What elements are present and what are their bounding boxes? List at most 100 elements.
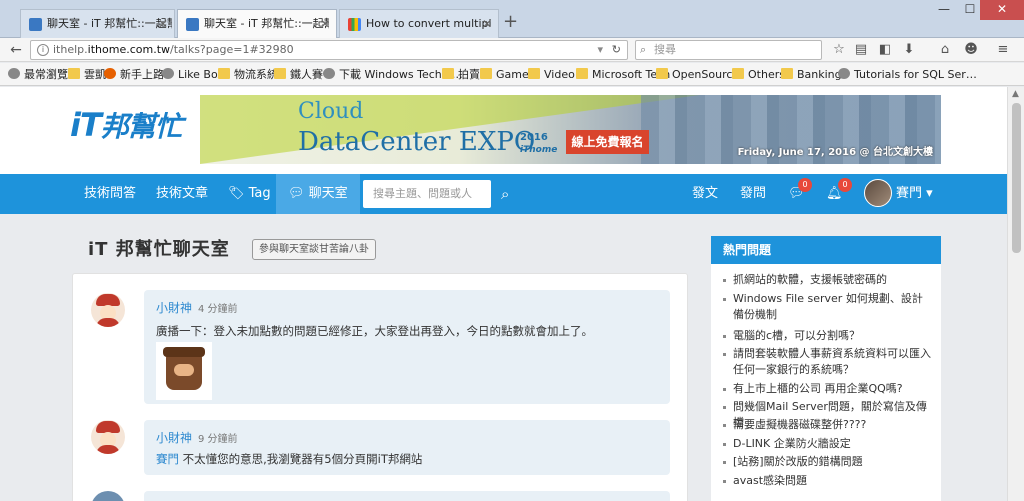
home-icon[interactable]: ⌂ (936, 41, 954, 59)
bookmark-label: Banking (797, 68, 842, 81)
nav-articles[interactable]: 技術文章 (156, 174, 208, 214)
bear-sticker-image (156, 342, 212, 400)
hot-question-link[interactable]: avast感染問題 (711, 473, 931, 489)
reload-icon[interactable]: ↻ (612, 41, 621, 59)
bookmark-item[interactable]: 物流系統 (218, 67, 278, 82)
url-domain: ithome.com.tw (87, 43, 171, 56)
hot-question-link[interactable]: 需要虛擬機器磁碟整併???? (711, 417, 931, 433)
hot-questions-panel: 熱門問題 抓網站的軟體，支援帳號密碼的 Windows File server … (711, 236, 941, 501)
page-scrollbar[interactable]: ▲ (1007, 87, 1024, 501)
bookmark-item[interactable]: Banking (781, 67, 842, 82)
tab-title: 聊天室 - iT 邦幫忙::一起幫… (47, 17, 172, 30)
bookmark-label: OpenSource (672, 68, 740, 81)
avatar[interactable] (91, 293, 125, 327)
mention-link[interactable]: 賽門 (156, 452, 179, 466)
hot-question-link[interactable]: Windows File server 如何規劃、設計備份機制 (711, 291, 931, 323)
chat-message: 小財神 4 分鐘前 廣播一下：登入未加點數的問題已經修正，大家登出再登入，今日的… (144, 290, 670, 404)
nav-chat[interactable]: 💬︎ 聊天室 (276, 174, 360, 214)
bookmark-star-icon[interactable]: ☆ (830, 41, 848, 59)
close-tab-icon[interactable]: ✕ (158, 10, 168, 38)
folder-icon (274, 68, 286, 79)
bookmark-item[interactable]: Video (528, 67, 575, 82)
bookmark-item[interactable]: 雲凱 (68, 67, 106, 82)
expo-banner[interactable]: Cloud DataCenter EXPO 2016 iThome 線上免費報名… (200, 95, 941, 164)
back-arrow-icon[interactable]: ← (6, 40, 26, 60)
page-title: iT 邦幫忙聊天室 (88, 239, 230, 260)
folder-icon (656, 68, 668, 79)
reading-list-icon[interactable]: ▤ (852, 41, 870, 59)
info-icon[interactable]: i (37, 44, 49, 56)
menu-icon[interactable]: ≡ (994, 41, 1012, 59)
avatar[interactable] (91, 420, 125, 454)
folder-icon (68, 68, 80, 79)
bookmark-item[interactable]: 拍賣 (442, 67, 480, 82)
scrollbar-thumb[interactable] (1012, 103, 1021, 253)
message-author[interactable]: 小財神 (156, 299, 192, 316)
bookmark-label: 最常瀏覽 (24, 68, 68, 81)
message-time: 4 分鐘前 (198, 304, 238, 315)
hot-question-link[interactable]: 電腦的c槽，可以分割嗎？ (711, 328, 931, 344)
url-bar[interactable]: i ithelp.ithome.com.tw/talks?page=1#3298… (30, 40, 628, 60)
new-tab-button[interactable]: + (503, 11, 518, 32)
bookmark-label: Tutorials for SQL Ser… (854, 68, 977, 81)
banner-brand: iThome (520, 145, 558, 155)
banner-year: 2016 (520, 132, 548, 143)
bookmark-item[interactable]: 最常瀏覽 (8, 67, 68, 82)
browser-tab[interactable]: 聊天室 - iT 邦幫忙::一起幫… ✕ (20, 9, 175, 38)
bookmark-item[interactable]: OpenSource (656, 67, 739, 82)
close-window-button[interactable]: ✕ (980, 0, 1024, 20)
hot-question-link[interactable]: 有上市上櫃的公司 再用企業QQ嗎? (711, 381, 931, 397)
nav-qa[interactable]: 技術問答 (84, 174, 136, 214)
banner-date: Friday, June 17, 2016 @ 台北文創大樓 (737, 147, 933, 158)
hot-question-link[interactable]: [站務]關於改版的錯構問題 (711, 454, 931, 470)
ithelp-favicon-icon (186, 18, 199, 31)
bookmark-item[interactable]: Game (480, 67, 529, 82)
caret-down-icon: ▾ (926, 186, 933, 201)
chat-message: 小財神 9 分鐘前 賽門 不太懂您的意思,我瀏覽器有5個分頁開iT邦網站 (144, 420, 670, 475)
bookmark-item[interactable]: 鐵人賽 (274, 67, 323, 82)
bookmark-label: 物流系統 (234, 68, 278, 81)
site-logo[interactable]: iT邦幫忙 (70, 105, 183, 145)
user-menu[interactable]: 賽門 ▾ (896, 174, 933, 214)
bookmark-item[interactable]: Others (732, 67, 785, 82)
dropdown-icon[interactable]: ▾ (597, 41, 603, 59)
message-time: 9 分鐘前 (198, 434, 238, 445)
avatar-body (96, 445, 120, 454)
nav-tag[interactable]: 🏷︎ Tag (228, 174, 271, 214)
nav-ask[interactable]: 發問 (740, 174, 766, 214)
gear-icon (8, 68, 20, 79)
hot-question-link[interactable]: D-LINK 企業防火牆設定 (711, 436, 931, 452)
search-placeholder: 搜尋 (654, 43, 676, 56)
download-icon[interactable]: ⬇ (900, 41, 918, 59)
bookmark-label: 雲凱 (84, 68, 106, 81)
pocket-icon[interactable]: ◧ (876, 41, 894, 59)
bookmark-label: 鐵人賽 (290, 68, 323, 81)
hello-icon[interactable]: ☻ (962, 41, 980, 59)
avatar-body (96, 318, 120, 327)
scroll-up-icon[interactable]: ▲ (1012, 89, 1019, 99)
search-icon: ⌕ (640, 43, 647, 56)
page-subtitle-tag: 參與聊天室談甘苦論八卦 (252, 239, 376, 260)
avatar[interactable] (864, 179, 892, 207)
browser-tab[interactable]: How to convert multiple… ✕ (339, 9, 499, 38)
browser-tab-active[interactable]: 聊天室 - iT 邦幫忙::一起幫… ✕ (177, 9, 337, 39)
nav-tag-label: Tag (248, 186, 271, 201)
register-button[interactable]: 線上免費報名 (566, 130, 649, 154)
close-tab-icon[interactable]: ✕ (482, 10, 492, 38)
close-tab-icon[interactable]: ✕ (320, 10, 330, 38)
bookmark-item[interactable]: Like Box (162, 67, 224, 82)
minimize-button[interactable]: — (930, 0, 958, 20)
bookmark-item[interactable]: Tutorials for SQL Ser… (838, 67, 977, 82)
nav-post[interactable]: 發文 (692, 174, 718, 214)
folder-icon (732, 68, 744, 79)
site-search-input[interactable]: 搜尋主題、問題或人 (363, 180, 491, 208)
hot-question-link[interactable]: 抓網站的軟體，支援帳號密碼的 (711, 272, 931, 288)
bookmark-label: Like Box (178, 68, 224, 81)
hot-question-link[interactable]: 請問套裝軟體人事薪資系統資料可以匯入任何一家銀行的系統嗎？ (711, 346, 931, 378)
message-text: 廣播一下：登入未加點數的問題已經修正，大家登出再登入，今日的點數就會加上了。 (156, 324, 593, 338)
folder-icon (442, 68, 454, 79)
search-icon[interactable]: ⌕ (501, 174, 509, 214)
browser-search-input[interactable]: ⌕ 搜尋 (635, 40, 822, 60)
message-author[interactable]: 小財神 (156, 429, 192, 446)
bookmark-item[interactable]: 新手上路 (104, 67, 164, 82)
